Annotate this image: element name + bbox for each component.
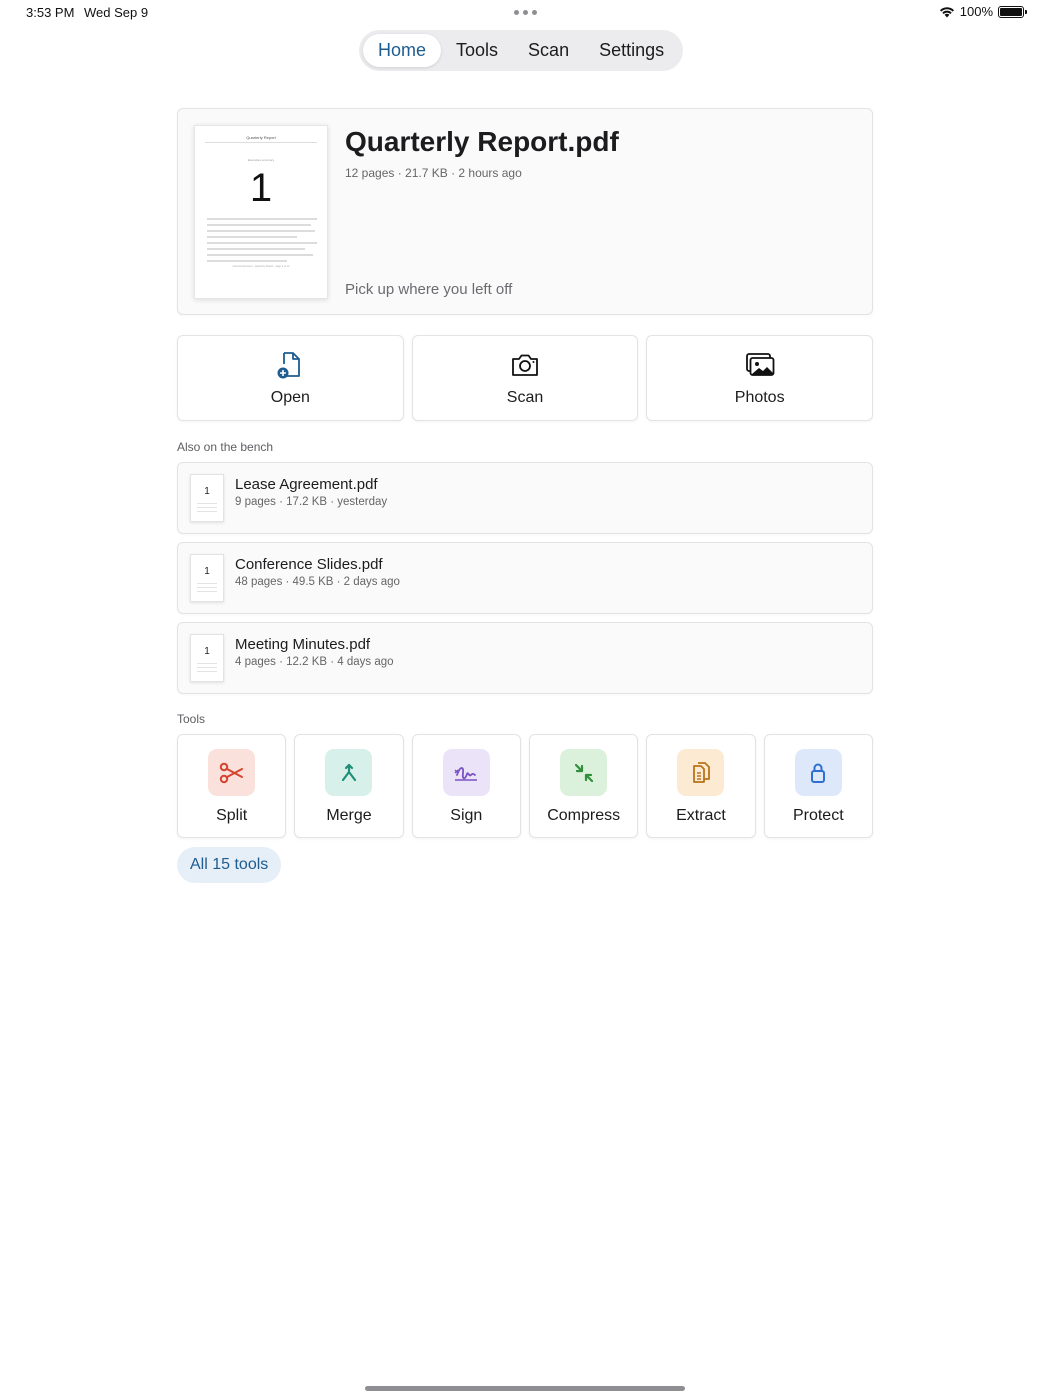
resume-hint: Pick up where you left off <box>345 281 513 298</box>
thumbnail-text-line <box>207 254 313 256</box>
compress-tool-button[interactable]: Compress <box>528 734 639 838</box>
sign-icon-tile <box>442 749 490 796</box>
thumbnail-subtitle: Executive summary <box>247 158 275 162</box>
document-plus-icon <box>277 352 301 379</box>
scan-label: Scan <box>506 389 544 406</box>
home-indicator[interactable] <box>365 1386 685 1391</box>
protect-tool-button[interactable]: Protect <box>763 734 873 838</box>
thumbnail-rule <box>205 142 317 143</box>
document-thumbnail: Quarterly Report Executive summary 1 Int… <box>194 125 328 299</box>
extract-icon-tile <box>677 749 725 796</box>
thumbnail-text-line <box>207 260 287 262</box>
mini-text-line <box>197 591 217 592</box>
mini-text-line <box>197 583 217 584</box>
mini-page-number: 1 <box>204 566 210 577</box>
continue-card[interactable]: Quarterly Report Executive summary 1 Int… <box>177 108 873 315</box>
status-date: Wed Sep 9 <box>84 5 149 20</box>
scan-button[interactable]: Scan <box>411 335 639 421</box>
photos-button[interactable]: Photos <box>646 335 874 421</box>
sign-label: Sign <box>450 807 483 824</box>
extract-icon <box>693 761 710 783</box>
mini-text-line <box>197 587 217 588</box>
mini-text-line <box>197 663 217 664</box>
camera-icon <box>512 354 538 376</box>
mini-text-line <box>197 671 217 672</box>
thumbnail-doc-title: Quarterly Report <box>246 135 276 140</box>
battery-icon <box>998 5 1027 18</box>
split-tool-button[interactable]: Split <box>177 734 287 838</box>
thumbnail-text-line <box>207 230 315 232</box>
thumbnail-footer: Internal document · Quarterly Report · p… <box>232 265 290 268</box>
protect-icon-tile <box>794 749 842 796</box>
tab-scan[interactable]: Scan <box>513 34 584 67</box>
merge-icon <box>341 763 357 781</box>
thumbnail-page-number: 1 <box>249 166 273 210</box>
lock-icon <box>811 763 826 783</box>
status-time: 3:53 PM <box>26 5 75 20</box>
mini-text-line <box>197 511 217 512</box>
extract-label: Extract <box>676 807 726 824</box>
thumbnail-text-line <box>207 242 317 244</box>
compress-icon-tile <box>560 749 608 796</box>
recent-meta: 48 pages · 49.5 KB · 2 days ago <box>235 576 400 588</box>
document-meta: 12 pages · 21.7 KB · 2 hours ago <box>345 166 522 180</box>
recent-heading: Also on the bench <box>177 440 274 454</box>
open-button[interactable]: Open <box>177 335 404 421</box>
signature-icon <box>454 766 478 781</box>
compress-label: Compress <box>547 807 621 824</box>
tools-heading: Tools <box>177 712 206 726</box>
tab-tools[interactable]: Tools <box>441 34 513 67</box>
tools-grid: Split Merge Sign Compress Extract Protec… <box>177 734 873 838</box>
mini-page-number: 1 <box>204 646 210 657</box>
recent-name: Conference Slides.pdf <box>235 556 383 573</box>
mini-page-number: 1 <box>204 486 210 497</box>
merge-icon-tile <box>325 749 373 796</box>
recent-item-meeting-minutes[interactable]: 1 Meeting Minutes.pdf 4 pages · 12.2 KB … <box>177 622 873 694</box>
scissors-icon <box>219 762 243 783</box>
recent-meta: 9 pages · 17.2 KB · yesterday <box>235 496 388 508</box>
split-label: Split <box>216 807 248 824</box>
thumbnail-text-line <box>207 248 305 250</box>
tab-bar: Home Tools Scan Settings <box>359 30 684 71</box>
thumbnail-text-line <box>207 224 311 226</box>
mini-text-line <box>197 667 217 668</box>
mini-thumbnail: 1 <box>190 554 224 602</box>
merge-tool-button[interactable]: Merge <box>294 734 404 838</box>
sign-tool-button[interactable]: Sign <box>411 734 521 838</box>
extract-tool-button[interactable]: Extract <box>646 734 756 838</box>
mini-thumbnail: 1 <box>190 474 224 522</box>
all-tools-button[interactable]: All 15 tools <box>177 847 282 883</box>
recent-name: Lease Agreement.pdf <box>235 476 378 493</box>
split-icon-tile <box>208 749 256 796</box>
tab-settings[interactable]: Settings <box>584 34 679 67</box>
recent-name: Meeting Minutes.pdf <box>235 636 371 653</box>
protect-label: Protect <box>792 807 844 824</box>
open-label: Open <box>270 389 310 406</box>
mini-text-line <box>197 503 217 504</box>
recent-item-conference-slides[interactable]: 1 Conference Slides.pdf 48 pages · 49.5 … <box>177 542 873 614</box>
mini-thumbnail: 1 <box>190 634 224 682</box>
mini-text-line <box>197 507 217 508</box>
compress-icon <box>574 763 593 782</box>
thumbnail-text-line <box>207 236 297 238</box>
status-bar: 3:53 PM Wed Sep 9 100% <box>0 0 1050 26</box>
document-title: Quarterly Report.pdf <box>345 126 619 157</box>
photos-label: Photos <box>734 389 785 406</box>
photos-icon <box>745 353 775 376</box>
multitasking-dots-icon[interactable] <box>514 10 537 15</box>
quick-actions: Open Scan Photos <box>177 335 874 421</box>
wifi-icon <box>939 6 954 17</box>
recent-item-lease-agreement[interactable]: 1 Lease Agreement.pdf 9 pages · 17.2 KB … <box>177 462 873 534</box>
recent-meta: 4 pages · 12.2 KB · 4 days ago <box>235 656 394 668</box>
status-indicators: 100% <box>939 4 1027 19</box>
battery-percent: 100% <box>959 4 993 19</box>
thumbnail-text-line <box>207 218 317 220</box>
merge-label: Merge <box>326 807 372 824</box>
recent-list: 1 Lease Agreement.pdf 9 pages · 17.2 KB … <box>177 462 873 702</box>
tab-home[interactable]: Home <box>363 34 442 67</box>
